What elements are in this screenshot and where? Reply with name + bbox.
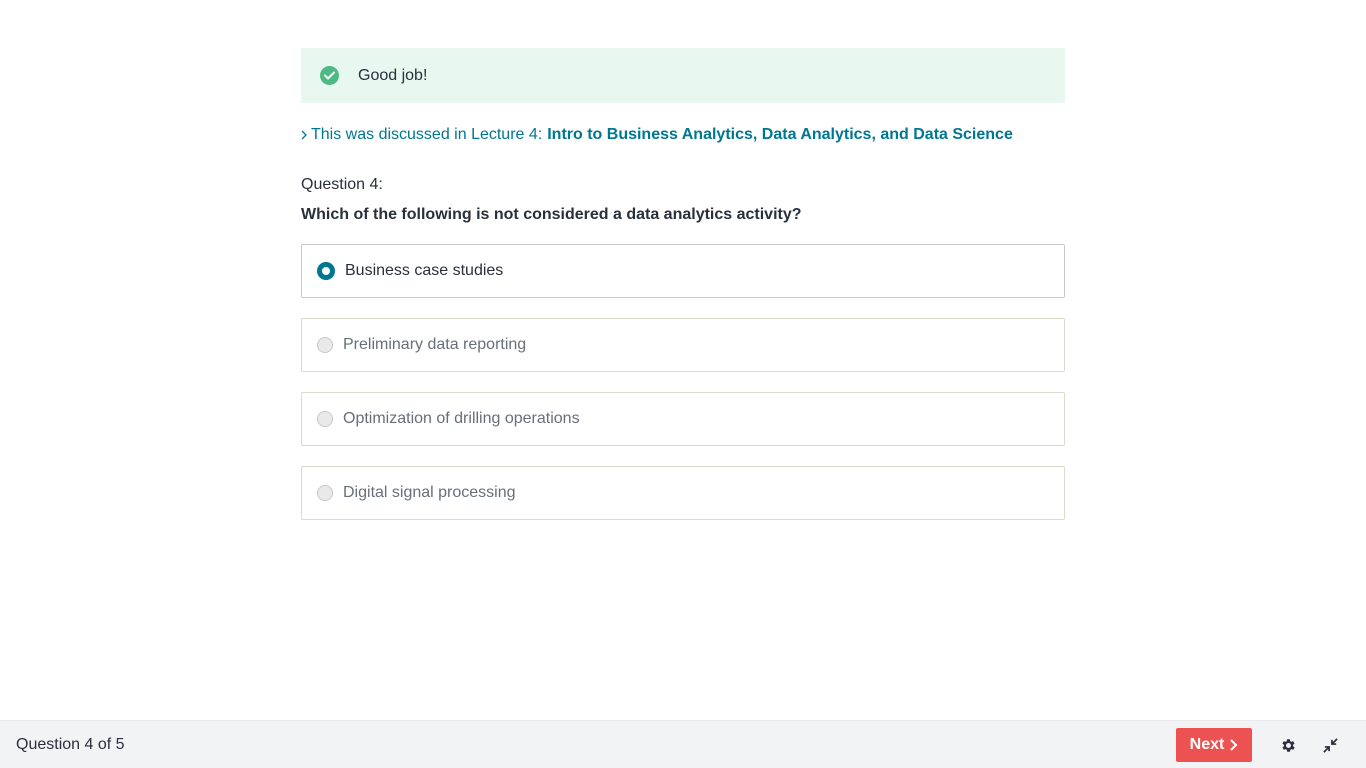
radio-button[interactable] [317,485,333,501]
answer-option-label: Digital signal processing [343,484,516,501]
feedback-message: Good job! [358,66,428,84]
quiz-footer: Question 4 of 5 Next [0,720,1366,768]
answer-option-1[interactable]: Business case studies [301,244,1065,298]
gear-icon[interactable] [1276,733,1300,757]
answer-options: Business case studies Preliminary data r… [301,244,1065,520]
collapse-icon[interactable] [1318,733,1342,757]
lecture-reference: This was discussed in Lecture 4: Intro t… [301,126,1065,144]
lecture-reference-prefix: This was discussed in Lecture 4: [311,126,543,143]
check-circle-icon [320,66,339,85]
question-text: Which of the following is not considered… [301,206,802,223]
chevron-right-icon [301,127,307,143]
radio-button[interactable] [317,337,333,353]
feedback-alert: Good job! [301,48,1065,103]
quiz-page: Good job! This was discussed in Lecture … [0,0,1366,768]
question-number: Question 4: [301,176,383,193]
answer-option-label: Optimization of drilling operations [343,410,580,427]
lecture-link[interactable]: Intro to Business Analytics, Data Analyt… [547,126,1013,144]
answer-option-3[interactable]: Optimization of drilling operations [301,392,1065,446]
next-button-label: Next [1189,736,1225,753]
chevron-right-icon [1230,739,1238,751]
answer-option-label: Business case studies [345,262,504,279]
radio-button-selected[interactable] [317,262,335,280]
quiz-content: Good job! This was discussed in Lecture … [301,48,1065,540]
answer-option-4[interactable]: Digital signal processing [301,466,1065,520]
radio-button[interactable] [317,411,333,427]
next-button[interactable]: Next [1176,728,1252,762]
answer-option-2[interactable]: Preliminary data reporting [301,318,1065,372]
question-progress: Question 4 of 5 [16,735,125,753]
answer-option-label: Preliminary data reporting [343,336,527,353]
